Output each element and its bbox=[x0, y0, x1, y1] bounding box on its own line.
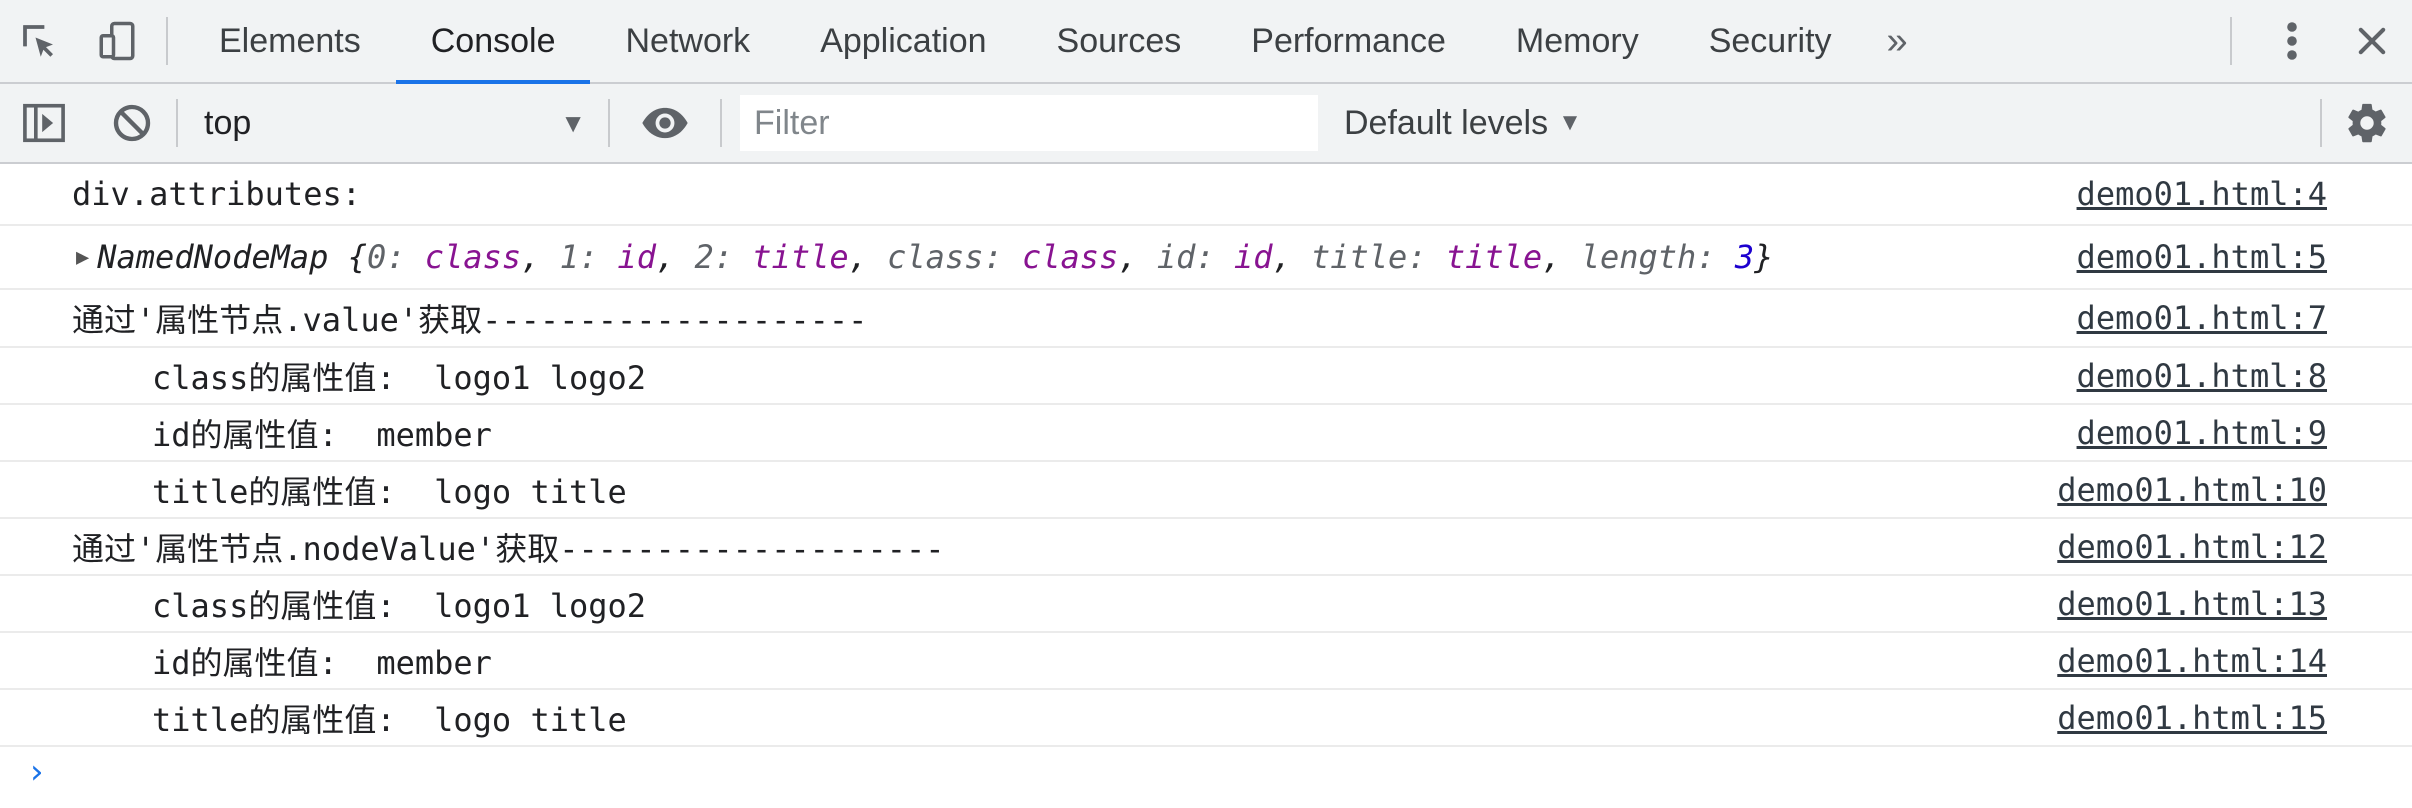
more-vertical-icon bbox=[2287, 22, 2297, 60]
message-text: class的属性值: logo1 logo2 bbox=[152, 358, 647, 397]
dropdown-caret-icon: ▼ bbox=[1558, 109, 1582, 136]
clear-console-icon bbox=[113, 104, 151, 142]
log-levels-label: Default levels bbox=[1344, 103, 1549, 142]
property-value: class bbox=[1022, 238, 1119, 276]
execution-context-select[interactable]: top ▼ bbox=[178, 84, 608, 162]
console-prompt-icon[interactable]: › bbox=[30, 752, 44, 792]
device-toolbar-button[interactable] bbox=[78, 0, 156, 82]
console-toolbar: top ▼ Default levels ▼ bbox=[0, 84, 2412, 164]
tabbar-right-controls bbox=[2230, 0, 2412, 82]
expand-triangle-icon[interactable]: ▶ bbox=[76, 245, 89, 270]
inspect-element-button[interactable] bbox=[0, 0, 78, 82]
console-settings-button[interactable] bbox=[2322, 84, 2412, 162]
source-link[interactable]: demo01.html:10 bbox=[2057, 462, 2327, 517]
message-text: div.attributes: bbox=[72, 175, 361, 213]
console-filter-input[interactable] bbox=[740, 95, 1318, 151]
property-value: title bbox=[752, 238, 849, 276]
console-message-object: ▶ NamedNodeMap {0: class, 1: id, 2: title… bbox=[0, 226, 2412, 290]
source-link[interactable]: demo01.html:4 bbox=[2077, 164, 2327, 224]
tabbar-separator bbox=[166, 17, 168, 65]
dropdown-caret-icon: ▼ bbox=[560, 107, 586, 138]
log-levels-dropdown[interactable]: Default levels ▼ bbox=[1344, 104, 1582, 143]
property-key: 2 bbox=[694, 238, 714, 276]
live-expression-button[interactable] bbox=[610, 84, 720, 162]
tab-application[interactable]: Application bbox=[785, 0, 1021, 82]
property-value: id bbox=[617, 238, 656, 276]
console-message: div.attributes: demo01.html:4 bbox=[0, 164, 2412, 226]
message-text: 通过'属性节点.nodeValue'获取-------------------- bbox=[72, 529, 945, 568]
source-link[interactable]: demo01.html:5 bbox=[2077, 226, 2327, 288]
device-toggle-icon bbox=[99, 21, 135, 61]
source-link[interactable]: demo01.html:13 bbox=[2057, 576, 2327, 631]
property-key: length bbox=[1580, 238, 1697, 276]
tab-console[interactable]: Console bbox=[395, 0, 591, 84]
property-value: title bbox=[1445, 238, 1543, 276]
property-key: 1 bbox=[559, 238, 579, 276]
source-link[interactable]: demo01.html:8 bbox=[2077, 348, 2327, 403]
customize-devtools-button[interactable] bbox=[2252, 0, 2332, 82]
message-text: 通过'属性节点.value'获取-------------------- bbox=[72, 301, 868, 339]
property-key: 0 bbox=[366, 238, 387, 276]
execution-context-value: top bbox=[204, 103, 252, 142]
console-message: class的属性值: logo1 logo2 demo01.html:13 bbox=[0, 576, 2412, 633]
toolbar-right-controls bbox=[2320, 84, 2412, 162]
property-key: id bbox=[1156, 238, 1196, 276]
gear-icon bbox=[2348, 103, 2386, 143]
console-message: 通过'属性节点.nodeValue'获取--------------------… bbox=[0, 519, 2412, 576]
property-value: class bbox=[424, 238, 522, 276]
tab-elements[interactable]: Elements bbox=[184, 0, 396, 82]
object-preview[interactable]: ▶ NamedNodeMap {0: class, 1: id, 2: title… bbox=[0, 238, 2412, 276]
console-message: 通过'属性节点.value'获取-------------------- dem… bbox=[0, 290, 2412, 348]
source-link[interactable]: demo01.html:9 bbox=[2077, 405, 2327, 460]
property-key: class bbox=[887, 238, 984, 276]
source-link[interactable]: demo01.html:15 bbox=[2057, 690, 2327, 745]
property-key: title bbox=[1310, 238, 1408, 276]
console-message: title的属性值: logo title demo01.html:15 bbox=[0, 690, 2412, 747]
more-tabs-button[interactable]: » bbox=[1867, 0, 1928, 82]
message-text: title的属性值: logo title bbox=[152, 472, 627, 511]
source-link[interactable]: demo01.html:7 bbox=[2077, 290, 2327, 346]
tab-sources[interactable]: Sources bbox=[1022, 0, 1217, 82]
devtools-tabbar: Elements Console Network Application Sou… bbox=[0, 0, 2412, 84]
message-text: class的属性值: logo1 logo2 bbox=[152, 586, 647, 625]
inspect-icon bbox=[23, 25, 53, 57]
sidebar-toggle-icon bbox=[23, 103, 65, 143]
console-message: id的属性值: member demo01.html:9 bbox=[0, 405, 2412, 462]
console-message: class的属性值: logo1 logo2 demo01.html:8 bbox=[0, 348, 2412, 405]
eye-icon bbox=[642, 107, 688, 139]
source-link[interactable]: demo01.html:14 bbox=[2057, 633, 2327, 688]
close-devtools-button[interactable] bbox=[2332, 0, 2412, 82]
length-value: 3 bbox=[1734, 238, 1755, 276]
console-message: id的属性值: member demo01.html:14 bbox=[0, 633, 2412, 690]
source-link[interactable]: demo01.html:12 bbox=[2057, 519, 2327, 574]
close-icon bbox=[2358, 27, 2386, 55]
tab-network[interactable]: Network bbox=[590, 0, 785, 82]
toolbar-separator bbox=[720, 99, 722, 147]
tab-performance[interactable]: Performance bbox=[1216, 0, 1481, 82]
tabbar-separator bbox=[2230, 17, 2232, 65]
tab-memory[interactable]: Memory bbox=[1481, 0, 1674, 82]
object-type-name: NamedNodeMap bbox=[97, 238, 329, 276]
console-message: title的属性值: logo title demo01.html:10 bbox=[0, 462, 2412, 519]
message-text: id的属性值: member bbox=[152, 415, 492, 454]
show-console-sidebar-button[interactable] bbox=[0, 84, 88, 162]
clear-console-button[interactable] bbox=[88, 84, 176, 162]
console-messages: div.attributes: demo01.html:4 ▶ NamedNode… bbox=[0, 164, 2412, 747]
message-text: title的属性值: logo title bbox=[152, 700, 627, 739]
property-value: id bbox=[1233, 238, 1273, 276]
tab-security[interactable]: Security bbox=[1674, 0, 1867, 82]
message-text: id的属性值: member bbox=[152, 643, 492, 682]
